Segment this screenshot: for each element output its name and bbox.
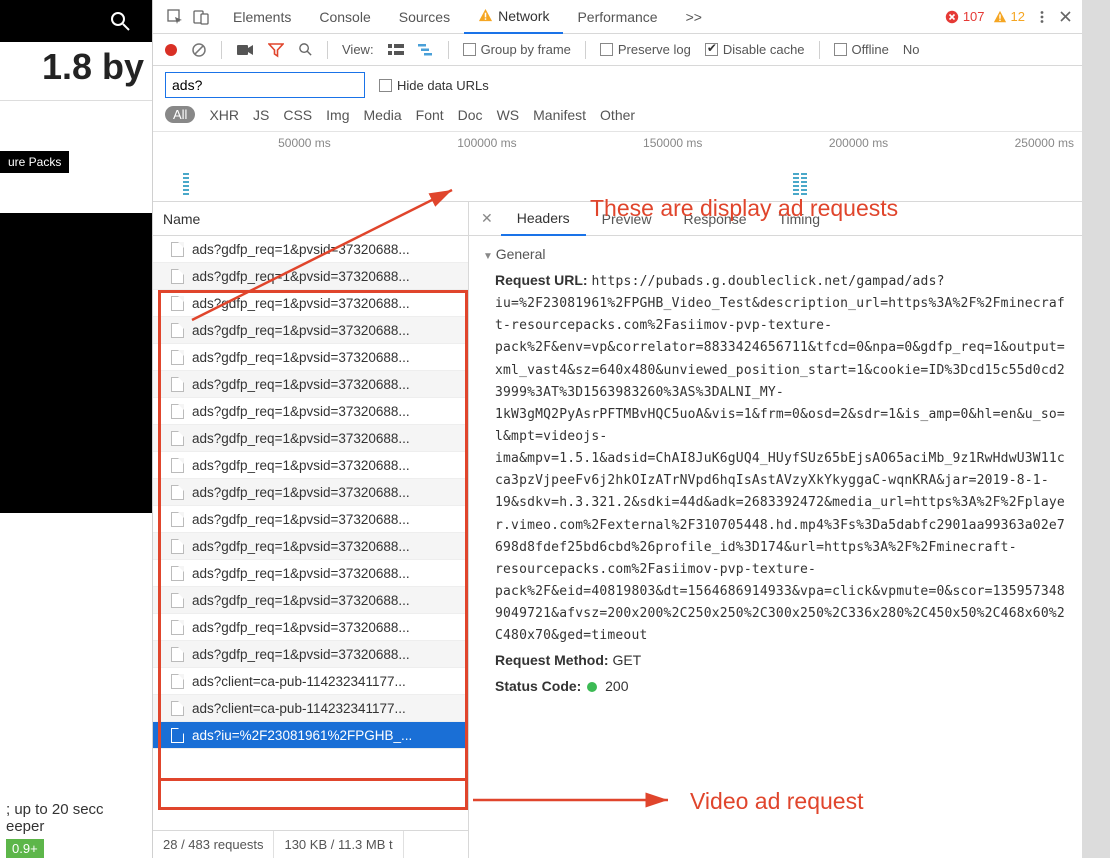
- filter-row: Hide data URLs: [153, 66, 1082, 98]
- close-devtools-icon[interactable]: [1059, 10, 1072, 23]
- error-icon: [945, 10, 959, 24]
- request-method-row: Request Method: GET: [495, 650, 1068, 672]
- camera-icon[interactable]: [236, 43, 254, 57]
- footer-line1: ; up to 20 secc: [6, 801, 146, 818]
- search-icon[interactable]: [108, 9, 132, 33]
- type-all[interactable]: All: [165, 106, 195, 123]
- tick: 250000 ms: [896, 136, 1082, 150]
- request-row[interactable]: ads?gdfp_req=1&pvsid=37320688...: [153, 263, 468, 290]
- site-heading: 1.8 by: [0, 42, 152, 101]
- inspect-element-icon[interactable]: [167, 9, 183, 25]
- request-method-label: Request Method:: [495, 652, 609, 668]
- detail-tabbar: ✕ Headers Preview Response Timing: [469, 202, 1082, 236]
- detail-tab-timing[interactable]: Timing: [763, 202, 837, 236]
- status-code-value: 200: [605, 678, 628, 694]
- error-count[interactable]: 107: [945, 9, 985, 24]
- tab-performance[interactable]: Performance: [563, 0, 671, 34]
- disable-cache-checkbox[interactable]: Disable cache: [705, 42, 805, 57]
- warning-icon: [993, 10, 1007, 24]
- request-count: 28 / 483 requests: [153, 831, 274, 858]
- document-icon: [171, 242, 184, 257]
- site-tag: ure Packs: [0, 151, 69, 173]
- view-label: View:: [342, 42, 374, 57]
- request-row[interactable]: ads?gdfp_req=1&pvsid=37320688...: [153, 236, 468, 263]
- tab-elements[interactable]: Elements: [219, 0, 305, 34]
- tick: 150000 ms: [525, 136, 711, 150]
- tab-network-label: Network: [498, 8, 549, 24]
- type-js[interactable]: JS: [253, 107, 269, 123]
- request-url-row: Request URL: https://pubads.g.doubleclic…: [495, 270, 1068, 646]
- transfer-size: 130 KB / 11.3 MB t: [274, 831, 403, 858]
- type-ws[interactable]: WS: [497, 107, 520, 123]
- device-toolbar-icon[interactable]: [193, 9, 209, 25]
- request-name: ads?gdfp_req=1&pvsid=37320688...: [192, 242, 410, 257]
- request-name: ads?gdfp_req=1&pvsid=37320688...: [192, 269, 410, 284]
- tick: 200000 ms: [710, 136, 896, 150]
- type-manifest[interactable]: Manifest: [533, 107, 586, 123]
- column-header-name[interactable]: Name: [153, 202, 468, 236]
- scroll-gutter: [1082, 0, 1110, 858]
- request-url-label: Request URL:: [495, 272, 588, 288]
- request-detail-pane: ✕ Headers Preview Response Timing Genera…: [469, 202, 1082, 858]
- detail-tab-response[interactable]: Response: [667, 202, 762, 236]
- tab-more[interactable]: >>: [672, 0, 716, 34]
- tab-network[interactable]: Network: [464, 0, 563, 34]
- status-code-row: Status Code: 200: [495, 676, 1068, 698]
- warning-count[interactable]: 12: [993, 9, 1025, 24]
- type-font[interactable]: Font: [416, 107, 444, 123]
- section-general[interactable]: General: [483, 246, 1068, 262]
- devtools-tabbar: Elements Console Sources Network Perform…: [153, 0, 1082, 34]
- hide-data-urls-checkbox[interactable]: Hide data URLs: [379, 78, 489, 93]
- status-dot-icon: [587, 682, 597, 692]
- offline-checkbox[interactable]: Offline: [834, 42, 889, 57]
- filter-input[interactable]: [165, 72, 365, 98]
- clear-icon[interactable]: [191, 42, 207, 58]
- type-css[interactable]: CSS: [283, 107, 312, 123]
- type-img[interactable]: Img: [326, 107, 349, 123]
- type-media[interactable]: Media: [364, 107, 402, 123]
- type-other[interactable]: Other: [600, 107, 635, 123]
- request-summary: 28 / 483 requests 130 KB / 11.3 MB t: [153, 830, 468, 858]
- site-footer-snippet: ; up to 20 secc eeper 0.9+: [0, 793, 152, 858]
- detail-tab-preview[interactable]: Preview: [586, 202, 668, 236]
- close-detail-icon[interactable]: ✕: [477, 210, 501, 227]
- annotation-box-selected: [158, 778, 468, 810]
- type-xhr[interactable]: XHR: [209, 107, 239, 123]
- tab-sources[interactable]: Sources: [385, 0, 464, 34]
- tick: 100000 ms: [339, 136, 525, 150]
- site-topbar: [0, 0, 152, 42]
- waterfall-icon[interactable]: [418, 43, 434, 57]
- filter-icon[interactable]: [268, 42, 284, 58]
- request-method-value: GET: [612, 652, 641, 668]
- type-filter-row: All XHR JS CSS Img Media Font Doc WS Man…: [153, 98, 1082, 132]
- network-toolbar: View: Group by frame Preserve log Disabl…: [153, 34, 1082, 66]
- request-url-value: https://pubads.g.doubleclick.net/gampad/…: [495, 274, 1065, 643]
- search-icon[interactable]: [298, 42, 313, 57]
- preserve-log-checkbox[interactable]: Preserve log: [600, 42, 691, 57]
- tick: 50000 ms: [153, 136, 339, 150]
- record-button[interactable]: [165, 44, 177, 56]
- video-player[interactable]: [0, 213, 152, 513]
- detail-body[interactable]: General Request URL: https://pubads.g.do…: [469, 236, 1082, 858]
- type-doc[interactable]: Doc: [458, 107, 483, 123]
- page-background: 1.8 by ure Packs ; up to 20 secc eeper 0…: [0, 0, 152, 858]
- throttle-label[interactable]: No: [903, 42, 920, 57]
- group-by-frame-checkbox[interactable]: Group by frame: [463, 42, 571, 57]
- detail-tab-headers[interactable]: Headers: [501, 202, 586, 236]
- annotation-box-list: [158, 290, 468, 778]
- kebab-menu-icon[interactable]: [1035, 10, 1049, 24]
- warning-icon: [478, 8, 493, 23]
- large-rows-icon[interactable]: [388, 43, 404, 57]
- tab-console[interactable]: Console: [305, 0, 384, 34]
- footer-line2: eeper: [6, 818, 146, 835]
- status-code-label: Status Code:: [495, 678, 581, 694]
- document-icon: [171, 269, 184, 284]
- timeline-overview[interactable]: 50000 ms 100000 ms 150000 ms 200000 ms 2…: [153, 132, 1082, 202]
- version-badge: 0.9+: [6, 839, 44, 858]
